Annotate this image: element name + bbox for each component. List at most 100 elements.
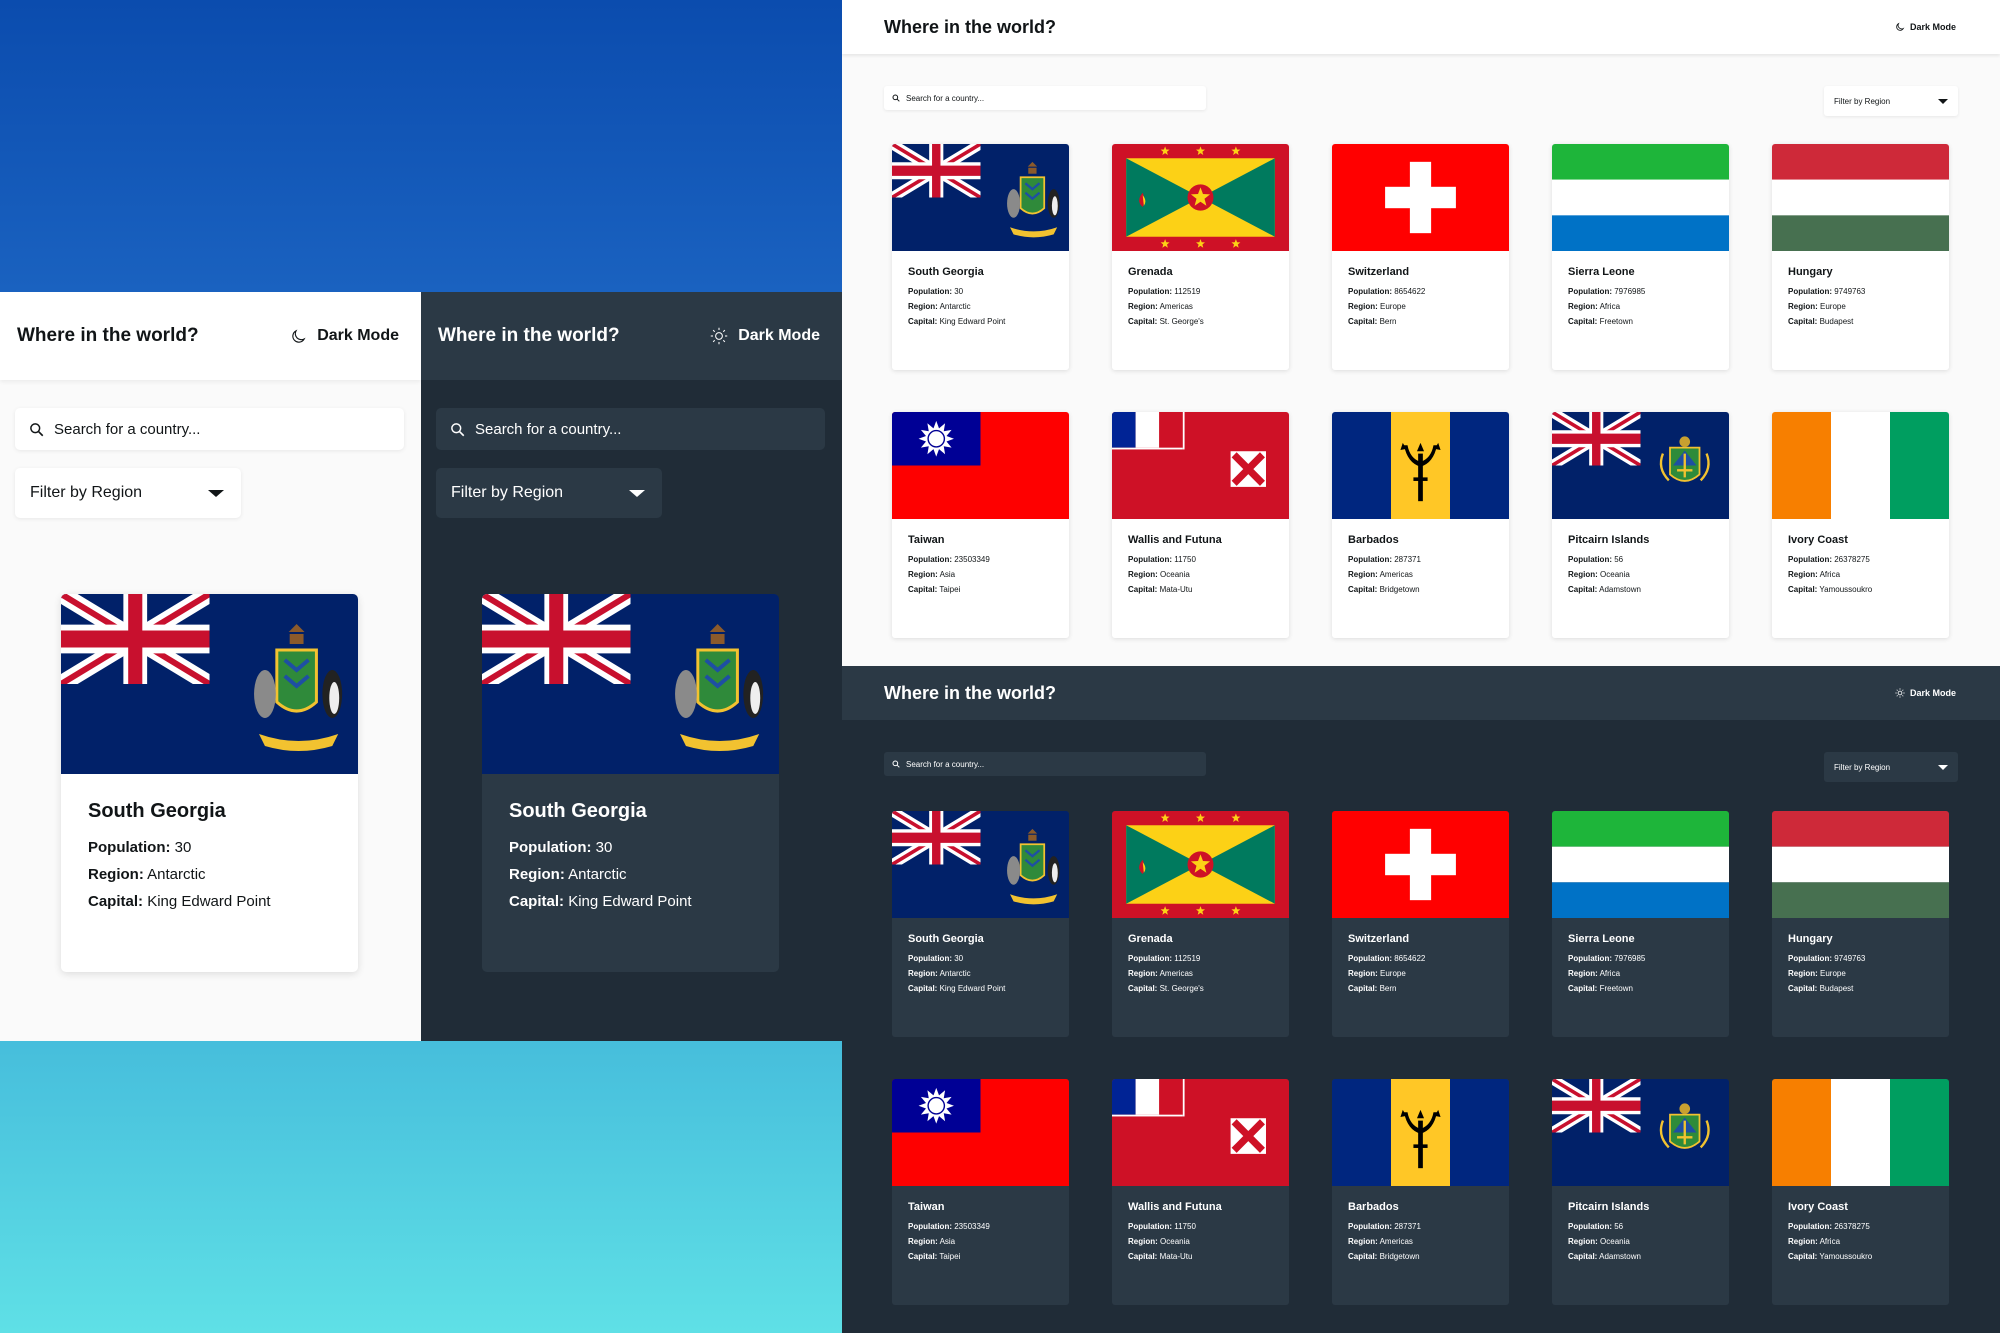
desktop-light-mockup: Where in the world? Dark Mode Search for… [842,0,2000,666]
header: Where in the world? Dark Mode [421,292,842,380]
country-name: Sierra Leone [1568,266,1635,278]
search-icon [892,94,900,102]
country-card[interactable]: Grenada Population: 112519 Region: Ameri… [1112,811,1289,1037]
population-line: Population: 8654622 [1348,287,1426,296]
country-card[interactable]: South Georgia Population: 30 Region: Ant… [61,594,358,972]
sierra-leone-flag-image [1552,811,1729,918]
country-name: Switzerland [1348,933,1410,945]
country-name: Barbados [1348,534,1399,546]
population-line: Population: 23503349 [908,1222,990,1231]
capital-line: Capital: Bridgetown [1348,1252,1420,1261]
mobile-light-mockup: Where in the world? Dark Mode Search for… [0,292,421,1041]
population-line: Population: 7976985 [1568,954,1646,963]
search-placeholder: Search for a country... [906,759,985,769]
country-card[interactable]: South Georgia Population: 30 Region: Ant… [892,811,1069,1037]
pitcairn-flag-image [1552,412,1729,519]
barbados-flag-image [1332,412,1509,519]
dark-mode-toggle[interactable]: Dark Mode [1895,688,1956,698]
country-card[interactable]: Hungary Population: 9749763 Region: Euro… [1772,144,1949,370]
capital-line: Capital: King Edward Point [509,893,692,910]
search-input[interactable]: Search for a country... [436,408,825,450]
capital-line: Capital: Bern [1348,984,1397,993]
region-filter-dropdown[interactable]: Filter by Region [15,468,241,518]
country-name: Hungary [1788,266,1833,278]
header: Where in the world? Dark Mode [842,0,2000,54]
country-card[interactable]: Ivory Coast Population: 26378275 Region:… [1772,412,1949,638]
country-name: Grenada [1128,266,1173,278]
filter-label: Filter by Region [30,484,143,501]
dark-mode-toggle[interactable]: Dark Mode [290,327,399,345]
country-name: Wallis and Futuna [1128,1201,1222,1213]
capital-line: Capital: Taipei [908,1252,961,1261]
population-line: Population: 56 [1568,555,1624,564]
region-line: Region: Africa [1788,1237,1841,1246]
page-title: Where in the world? [17,325,199,346]
country-grid: South Georgia Population: 30 Region: Ant… [892,144,1949,638]
population-line: Population: 287371 [1348,555,1421,564]
filter-label: Filter by Region [451,484,564,501]
chevron-down-icon [1938,98,1948,104]
country-card[interactable]: Switzerland Population: 8654622 Region: … [1332,144,1509,370]
capital-line: Capital: Bern [1348,317,1397,326]
search-input[interactable]: Search for a country... [884,86,1206,110]
sierra-leone-flag-image [1552,144,1729,251]
population-line: Population: 9749763 [1788,287,1866,296]
dark-mode-label: Dark Mode [1909,688,1956,698]
country-card[interactable]: Ivory Coast Population: 26378275 Region:… [1772,1079,1949,1305]
country-card[interactable]: Barbados Population: 287371 Region: Amer… [1332,1079,1509,1305]
region-line: Region: Europe [1788,969,1846,978]
country-card[interactable]: Sierra Leone Population: 7976985 Region:… [1552,144,1729,370]
page-title: Where in the world? [884,682,1057,703]
search-input[interactable]: Search for a country... [884,752,1206,776]
country-card[interactable]: Taiwan Population: 23503349 Region: Asia… [892,1079,1069,1305]
capital-line: Capital: Budapest [1788,984,1854,993]
region-line: Region: Africa [1568,302,1621,311]
region-filter-dropdown[interactable]: Filter by Region [436,468,662,518]
taiwan-flag-image [892,412,1069,519]
region-line: Region: Europe [1348,969,1406,978]
dark-mode-label: Dark Mode [738,327,820,344]
dark-mode-toggle[interactable]: Dark Mode [1895,22,1956,32]
search-placeholder: Search for a country... [475,420,622,438]
population-line: Population: 26378275 [1788,1222,1870,1231]
region-line: Region: Americas [1128,302,1193,311]
region-line: Region: Antarctic [88,866,206,883]
sun-icon [710,327,728,345]
capital-line: Capital: St. George's [1128,317,1204,326]
country-card[interactable]: South Georgia Population: 30 Region: Ant… [482,594,779,972]
region-filter-dropdown[interactable]: Filter by Region [1824,752,1958,782]
country-card[interactable]: Pitcairn Islands Population: 56 Region: … [1552,412,1729,638]
country-card[interactable]: Wallis and Futuna Population: 11750 Regi… [1112,412,1289,638]
country-name: Sierra Leone [1568,933,1635,945]
country-card[interactable]: Pitcairn Islands Population: 56 Region: … [1552,1079,1729,1305]
capital-line: Capital: Budapest [1788,317,1854,326]
country-card[interactable]: Hungary Population: 9749763 Region: Euro… [1772,811,1949,1037]
dark-mode-toggle[interactable]: Dark Mode [710,327,820,345]
search-input[interactable]: Search for a country... [15,408,404,450]
country-card[interactable]: Grenada Population: 112519 Region: Ameri… [1112,144,1289,370]
moon-icon [292,328,306,343]
population-line: Population: 112519 [1128,287,1201,296]
country-grid: South Georgia Population: 30 Region: Ant… [892,811,1949,1305]
region-line: Region: Oceania [1128,1237,1190,1246]
country-card[interactable]: Taiwan Population: 23503349 Region: Asia… [892,412,1069,638]
country-name: Wallis and Futuna [1128,534,1222,546]
grenada-flag-image [1112,811,1289,918]
country-card[interactable]: Switzerland Population: 8654622 Region: … [1332,811,1509,1037]
capital-line: Capital: Yamoussoukro [1788,1252,1873,1261]
country-name: Taiwan [908,1201,945,1213]
chevron-down-icon [629,489,645,497]
country-card[interactable]: South Georgia Population: 30 Region: Ant… [892,144,1069,370]
population-line: Population: 30 [509,839,613,856]
region-line: Region: Antarctic [908,302,971,311]
capital-line: Capital: King Edward Point [908,317,1006,326]
country-card[interactable]: Barbados Population: 287371 Region: Amer… [1332,412,1509,638]
country-card[interactable]: Wallis and Futuna Population: 11750 Regi… [1112,1079,1289,1305]
region-line: Region: Americas [1348,1237,1413,1246]
capital-line: Capital: Bridgetown [1348,585,1420,594]
region-line: Region: Oceania [1128,570,1190,579]
population-line: Population: 11750 [1128,1222,1196,1231]
region-filter-dropdown[interactable]: Filter by Region [1824,86,1958,116]
ivory-coast-flag-image [1772,412,1949,519]
country-card[interactable]: Sierra Leone Population: 7976985 Region:… [1552,811,1729,1037]
